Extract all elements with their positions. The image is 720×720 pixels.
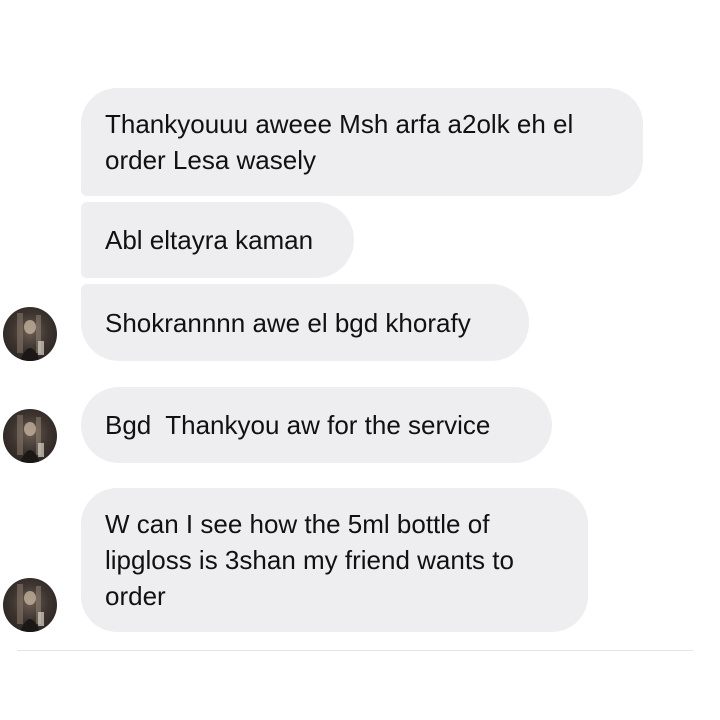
message-bubble[interactable]: Abl eltayra kaman	[81, 202, 354, 278]
avatar-photo-icon	[17, 313, 44, 361]
avatar[interactable]	[3, 578, 57, 632]
avatar[interactable]	[3, 409, 57, 463]
avatar-photo-icon	[17, 584, 44, 632]
message-text: W can I see how the 5ml bottle of lipglo…	[105, 509, 514, 611]
message-line: Thankyouuu aweee Msh arfa a2olk eh el	[105, 109, 574, 139]
avatar[interactable]	[3, 307, 57, 361]
message-text: Abl eltayra kaman	[105, 225, 314, 255]
divider	[17, 650, 693, 651]
message-text: Thankyouuu aweee Msh arfa a2olk eh el or…	[105, 106, 573, 178]
message-text: Shokrannnn awe el bgd khorafy	[105, 307, 471, 338]
avatar-photo-icon	[17, 415, 44, 463]
message-thread: Thankyouuu aweee Msh arfa a2olk eh el or…	[0, 0, 720, 720]
message-line: order Lesa wasely	[105, 145, 316, 175]
message-text: Bgd Thankyou aw for the service	[105, 410, 491, 440]
message-bubble[interactable]: Shokrannnn awe el bgd khorafy	[81, 284, 529, 361]
message-bubble[interactable]: W can I see how the 5ml bottle of lipglo…	[81, 488, 588, 632]
message-bubble[interactable]: Thankyouuu aweee Msh arfa a2olk eh el or…	[81, 88, 643, 196]
message-bubble[interactable]: Bgd Thankyou aw for the service	[81, 387, 552, 463]
